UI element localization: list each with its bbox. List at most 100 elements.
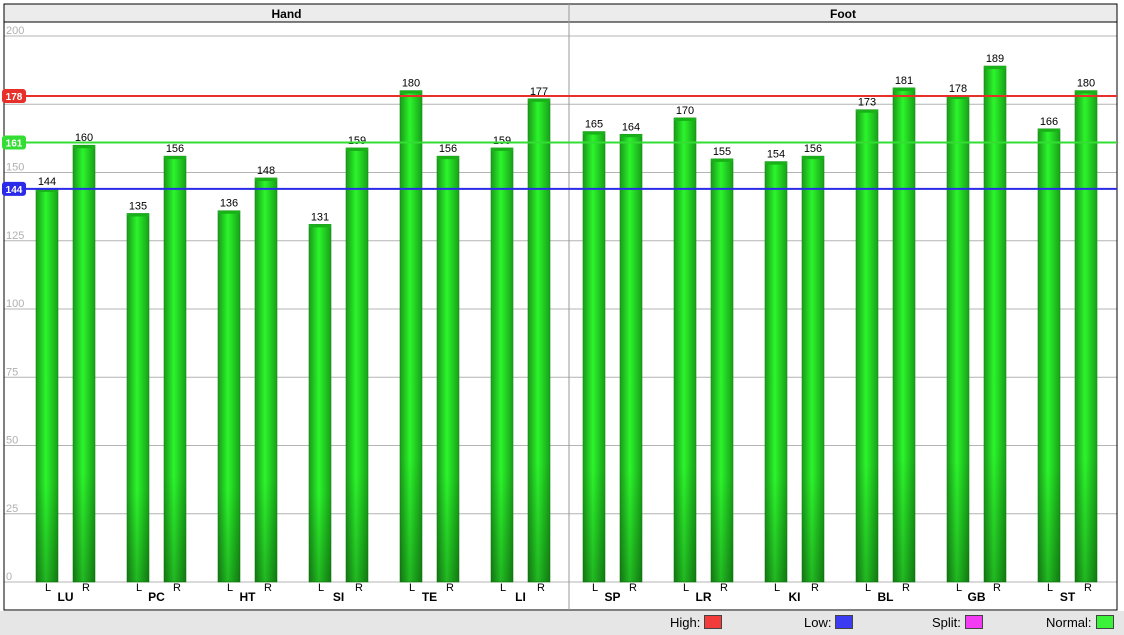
bar-li-r-cap	[528, 98, 550, 102]
y-tick-label-0: 0	[6, 571, 12, 583]
y-tick-label-75: 75	[6, 366, 18, 378]
legend-low-swatch	[835, 615, 854, 629]
legend-high-swatch	[704, 615, 723, 629]
bar-st-r-value-label: 180	[1077, 78, 1095, 90]
bar-li-l-value-label: 159	[493, 135, 511, 147]
bar-bl-l-side-label: L	[865, 582, 871, 594]
bar-pc-l-value-label: 135	[129, 200, 147, 212]
bar-si-r-side-label: R	[355, 582, 363, 594]
bar-lr-r-shade	[711, 158, 733, 582]
bar-gb-r-cap	[984, 66, 1006, 70]
bar-gb-r-side-label: R	[993, 582, 1001, 594]
meridian-label-ht: HT	[240, 590, 257, 604]
meridian-label-gb: GB	[968, 590, 986, 604]
panel-header-strip	[3, 3, 1118, 23]
bar-te-r-side-label: R	[446, 582, 454, 594]
y-tick-label-125: 125	[6, 230, 24, 242]
y-tick-label-100: 100	[6, 298, 24, 310]
bar-ht-l-side-label: L	[227, 582, 233, 594]
meridian-label-lu: LU	[58, 590, 74, 604]
bar-si-l-value-label: 131	[311, 211, 329, 223]
bar-ki-r-value-label: 156	[804, 143, 822, 155]
bar-bl-l-value-label: 173	[858, 97, 876, 109]
bar-pc-r-shade	[164, 156, 186, 582]
y-tick-label-25: 25	[6, 503, 18, 515]
bar-ht-r-shade	[255, 177, 277, 582]
bar-te-l-side-label: L	[409, 582, 415, 594]
reference-tag-label-low: 144	[6, 185, 23, 196]
meridian-label-st: ST	[1060, 590, 1076, 604]
bar-sp-r-cap	[620, 134, 642, 138]
bar-st-r-side-label: R	[1084, 582, 1092, 594]
bar-si-r-value-label: 159	[348, 135, 366, 147]
bar-sp-r-shade	[620, 134, 642, 582]
bar-ki-r-shade	[802, 156, 824, 582]
bar-sp-l-side-label: L	[592, 582, 598, 594]
bar-pc-l-side-label: L	[136, 582, 142, 594]
bar-pc-l-cap	[127, 213, 149, 217]
legend-normal: Normal:	[1046, 613, 1114, 631]
bar-ki-r-side-label: R	[811, 582, 819, 594]
y-tick-label-150: 150	[6, 162, 24, 174]
meridian-label-pc: PC	[148, 590, 165, 604]
bar-bl-r-cap	[893, 87, 915, 91]
bar-st-l-cap	[1038, 128, 1060, 132]
bar-te-r-value-label: 156	[439, 143, 457, 155]
bar-gb-l-value-label: 178	[949, 83, 967, 95]
meridian-label-te: TE	[422, 590, 437, 604]
legend-normal-swatch	[1095, 615, 1114, 629]
panel-title-foot: Foot	[830, 7, 856, 21]
bar-lr-l-shade	[674, 117, 696, 583]
bar-sp-r-side-label: R	[629, 582, 637, 594]
bar-sp-l-cap	[583, 131, 605, 135]
bar-ht-r-value-label: 148	[257, 165, 275, 177]
legend: High: Low: Split: Normal:	[0, 611, 1124, 635]
legend-split: Split:	[932, 613, 983, 631]
bar-te-l-cap	[400, 90, 422, 94]
bar-ki-l-value-label: 154	[767, 149, 785, 161]
bar-st-l-shade	[1038, 128, 1060, 582]
bar-sp-r-value-label: 164	[622, 121, 640, 133]
y-tick-label-50: 50	[6, 435, 18, 447]
bar-pc-l-shade	[127, 213, 149, 582]
bar-ki-l-side-label: L	[774, 582, 780, 594]
bar-ht-r-cap	[255, 177, 277, 181]
bar-li-l-side-label: L	[500, 582, 506, 594]
legend-normal-label: Normal:	[1046, 614, 1092, 630]
legend-high-label: High:	[670, 614, 701, 630]
bar-si-r-shade	[346, 147, 368, 582]
reference-tag-label-normal: 161	[6, 138, 23, 149]
panel-title-hand: Hand	[272, 7, 302, 21]
reference-tag-label-high: 178	[6, 92, 23, 103]
bar-bl-l-shade	[856, 109, 878, 583]
bar-ht-l-shade	[218, 210, 240, 582]
y-tick-label-200: 200	[6, 25, 24, 37]
bar-st-l-value-label: 166	[1040, 116, 1058, 128]
bar-bl-r-value-label: 181	[895, 75, 913, 87]
bar-ki-r-cap	[802, 156, 824, 160]
meridian-label-si: SI	[333, 590, 344, 604]
bar-ht-r-side-label: R	[264, 582, 272, 594]
bar-li-r-shade	[528, 98, 550, 582]
bar-lr-r-side-label: R	[720, 582, 728, 594]
bar-lr-r-value-label: 155	[713, 146, 731, 158]
bar-sp-l-shade	[583, 131, 605, 583]
bar-te-l-shade	[400, 90, 422, 582]
bar-pc-r-cap	[164, 156, 186, 160]
bar-li-l-cap	[491, 147, 513, 151]
meridian-label-li: LI	[515, 590, 526, 604]
bar-lu-l-shade	[36, 188, 58, 582]
bar-ki-l-shade	[765, 161, 787, 582]
bar-si-l-shade	[309, 224, 331, 582]
legend-high: High:	[670, 613, 723, 631]
bar-si-l-cap	[309, 224, 331, 228]
bar-li-r-side-label: R	[537, 582, 545, 594]
bar-bl-r-side-label: R	[902, 582, 910, 594]
bar-bl-l-cap	[856, 109, 878, 113]
legend-low-label: Low:	[804, 614, 832, 630]
bar-te-r-cap	[437, 156, 459, 160]
bar-te-l-value-label: 180	[402, 78, 420, 90]
legend-split-label: Split:	[932, 614, 961, 630]
legend-split-swatch	[964, 615, 983, 629]
bar-lr-l-value-label: 170	[676, 105, 694, 117]
